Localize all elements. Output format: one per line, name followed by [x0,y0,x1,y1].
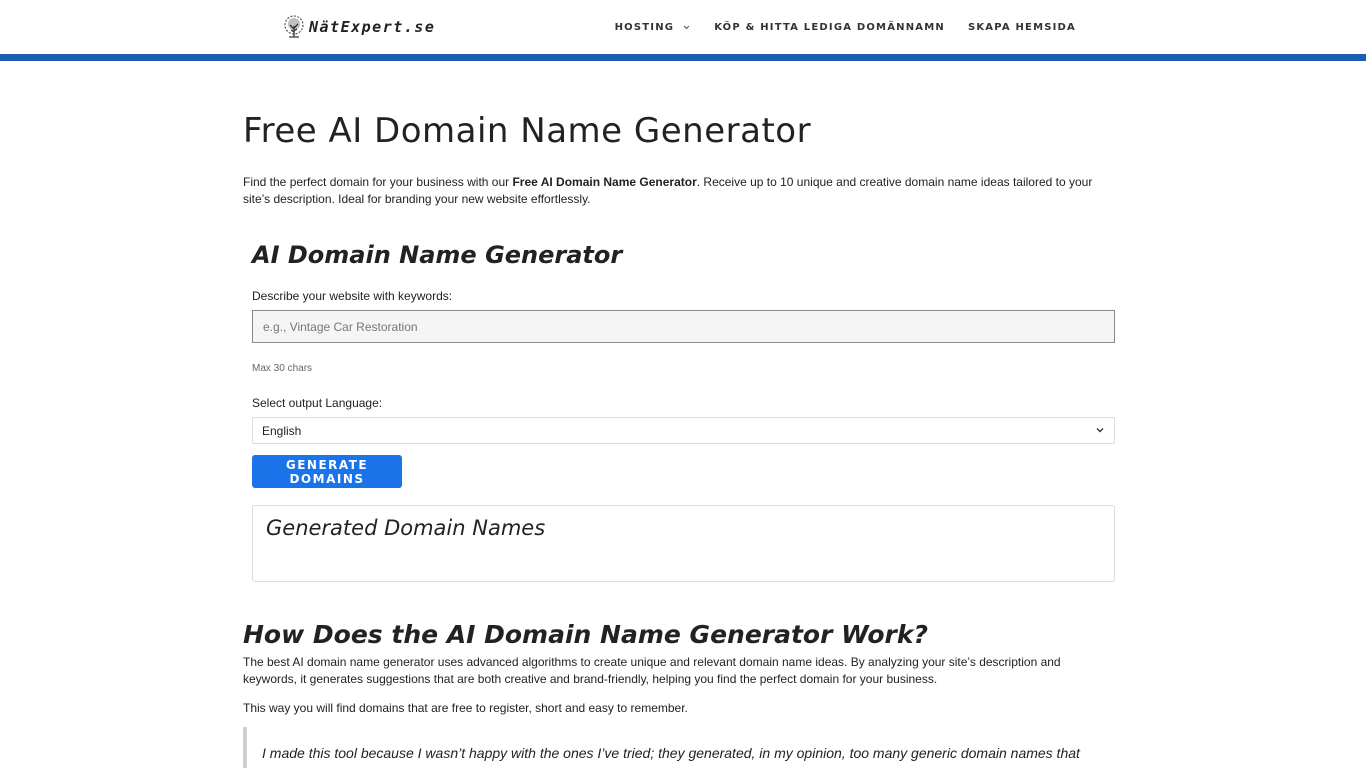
results-title: Generated Domain Names [266,516,546,540]
nav-item-label: HOSTING [614,21,675,33]
how-it-works-heading: How Does the AI Domain Name Generator Wo… [243,620,928,649]
author-quote: I made this tool because I wasn’t happy … [243,727,1115,768]
language-select[interactable]: English [252,417,1115,444]
intro-bold-text: Free AI Domain Name Generator [512,175,697,189]
nav-item-label: SKAPA HEMSIDA [967,21,1076,33]
page-title: Free AI Domain Name Generator [243,111,812,151]
nav-item-create-website[interactable]: SKAPA HEMSIDA [968,22,1076,33]
header-accent-bar [0,54,1366,61]
keywords-input[interactable] [252,310,1115,343]
how-it-works-paragraph: The best AI domain name generator uses a… [243,655,1061,686]
site-logo[interactable]: NätExpert.se [281,15,435,39]
chevron-down-icon [1095,424,1105,438]
generate-domains-button[interactable]: GENERATE DOMAINS [252,455,402,488]
chevron-down-icon [682,23,691,32]
language-selected-value: English [262,423,302,438]
intro-text: Find the perfect domain for your busines… [243,175,513,189]
tool-title: AI Domain Name Generator [252,241,623,269]
max-chars-hint: Max 30 chars [252,363,313,374]
results-box: Generated Domain Names [252,505,1115,582]
nav-item-domains[interactable]: KÖP & HITTA LEDIGA DOMÄNNAMN [714,22,945,33]
main-nav: HOSTING KÖP & HITTA LEDIGA DOMÄNNAMN SKA… [592,0,1076,54]
keywords-label: Describe your website with keywords: [252,289,453,303]
nav-item-hosting[interactable]: HOSTING [615,22,692,33]
language-label: Select output Language: [252,396,383,410]
intro-paragraph: Find the perfect domain for your busines… [243,174,1115,208]
logo-text: NätExpert.se [309,18,436,36]
tree-logo-icon [281,15,307,39]
site-header: NätExpert.se HOSTING KÖP & HITTA LEDIGA … [0,0,1366,54]
nav-item-label: KÖP & HITTA LEDIGA DOMÄNNAMN [714,21,945,33]
benefits-paragraph: This way you will find domains that are … [243,701,688,715]
